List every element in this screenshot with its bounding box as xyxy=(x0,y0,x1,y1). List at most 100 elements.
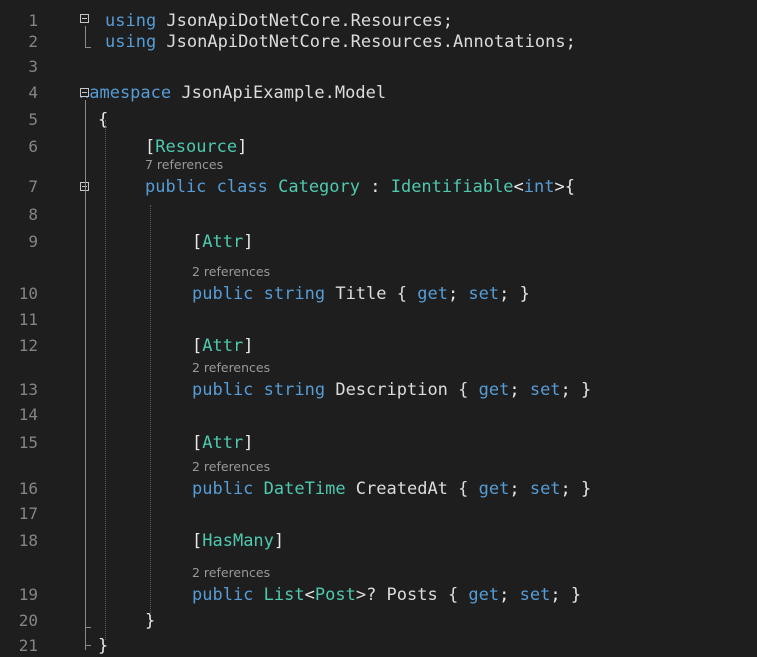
codelens-references[interactable]: 2 references xyxy=(192,265,270,279)
code-text[interactable]: [Attr] xyxy=(192,231,253,253)
code-token: : xyxy=(360,177,391,197)
line-number: 12 xyxy=(18,336,38,355)
code-text[interactable]: public string Description { get; set; } xyxy=(192,379,591,401)
code-token: Resource xyxy=(155,137,238,157)
code-text[interactable]: } xyxy=(98,635,108,657)
code-text[interactable]: [Attr] xyxy=(192,335,253,357)
code-token: int xyxy=(523,177,555,197)
code-text[interactable]: namespace JsonApiExample.Model xyxy=(79,82,386,104)
code-line[interactable]: 6 [Resource] xyxy=(0,136,757,158)
code-line[interactable]: 4 namespace JsonApiExample.Model xyxy=(0,82,757,104)
code-token: JsonApiDotNetCore.Resources.Annotations; xyxy=(156,32,576,52)
code-text[interactable]: [Resource] xyxy=(145,136,247,158)
code-text[interactable]: using JsonApiDotNetCore.Resources; xyxy=(105,10,453,32)
code-line[interactable]: 12 [Attr] xyxy=(0,335,757,357)
code-token: Attr xyxy=(202,232,244,252)
code-text[interactable]: [Attr] xyxy=(192,432,253,454)
code-token: CreatedAt { xyxy=(345,479,479,499)
code-line[interactable]: 7 public class Category : Identifiable<in… xyxy=(0,176,757,198)
code-token: class xyxy=(216,177,268,197)
code-token: public xyxy=(192,284,254,304)
fold-toggle-icon[interactable] xyxy=(80,88,89,97)
code-token: ; xyxy=(499,585,520,605)
code-token: set xyxy=(529,479,561,499)
code-token: { xyxy=(98,110,109,130)
code-token: [ xyxy=(192,433,203,453)
line-number: 6 xyxy=(28,137,38,156)
code-token: get xyxy=(478,380,510,400)
code-text[interactable]: public DateTime CreatedAt { get; set; } xyxy=(192,478,591,500)
code-line[interactable]: 5{ xyxy=(0,109,757,131)
scope-bracket xyxy=(85,47,91,48)
code-line[interactable]: 13 public string Description { get; set; … xyxy=(0,379,757,401)
code-text[interactable]: [HasMany] xyxy=(192,530,284,552)
code-line[interactable]: 14 xyxy=(0,404,757,426)
code-text[interactable]: using JsonApiDotNetCore.Resources.Annota… xyxy=(105,31,576,53)
code-line[interactable]: 16 public DateTime CreatedAt { get; set; … xyxy=(0,478,757,500)
code-line[interactable]: 11 xyxy=(0,309,757,331)
code-token: ; xyxy=(509,380,530,400)
code-token: [ xyxy=(192,336,203,356)
code-token: HasMany xyxy=(202,531,274,551)
code-token: } xyxy=(98,636,109,656)
code-token: [ xyxy=(145,137,156,157)
code-token: namespace xyxy=(79,83,172,103)
code-token: ; } xyxy=(499,284,530,304)
fold-toggle-icon[interactable] xyxy=(80,14,89,23)
code-line[interactable]: 19 public List<Post>? Posts { get; set; } xyxy=(0,584,757,606)
code-token: ] xyxy=(237,137,248,157)
scope-bracket xyxy=(85,26,86,48)
code-line[interactable]: 10 public string Title { get; set; } xyxy=(0,283,757,305)
code-token: set xyxy=(529,380,561,400)
line-number: 13 xyxy=(18,380,38,399)
code-token: [ xyxy=(192,232,203,252)
codelens-references[interactable]: 2 references xyxy=(192,460,270,474)
code-line[interactable]: 15 [Attr] xyxy=(0,432,757,454)
line-number: 4 xyxy=(28,83,38,102)
code-token: ; xyxy=(509,479,530,499)
code-token: set xyxy=(519,585,551,605)
line-number: 17 xyxy=(18,504,38,523)
code-token: ] xyxy=(243,433,254,453)
codelens-references[interactable]: 2 references xyxy=(192,361,270,375)
code-line[interactable]: 2 using JsonApiDotNetCore.Resources.Annot… xyxy=(0,31,757,53)
code-token: DateTime xyxy=(263,479,346,499)
code-text[interactable]: public string Title { get; set; } xyxy=(192,283,530,305)
code-token: Identifiable xyxy=(390,177,514,197)
line-number: 1 xyxy=(28,11,38,30)
code-line[interactable]: 18 [HasMany] xyxy=(0,530,757,552)
code-token: public xyxy=(192,479,254,499)
code-text[interactable]: { xyxy=(98,109,108,131)
line-number: 2 xyxy=(28,32,38,51)
line-number: 7 xyxy=(28,177,38,196)
code-text[interactable]: public List<Post>? Posts { get; set; } xyxy=(192,584,581,606)
code-token: ; xyxy=(447,284,469,304)
code-token: get xyxy=(468,585,500,605)
code-token: public xyxy=(145,177,207,197)
code-text[interactable]: public class Category : Identifiable<int… xyxy=(145,176,575,198)
code-token: get xyxy=(417,284,448,304)
codelens-references[interactable]: 7 references xyxy=(145,158,223,172)
code-line[interactable]: 17 xyxy=(0,503,757,525)
code-token: ] xyxy=(243,336,254,356)
code-line[interactable]: 8 xyxy=(0,204,757,226)
code-token: Category xyxy=(278,177,360,197)
code-line[interactable]: 3 xyxy=(0,56,757,78)
code-editor[interactable]: 1 using JsonApiDotNetCore.Resources; 2 usin… xyxy=(0,0,757,657)
line-number: 16 xyxy=(18,479,38,498)
codelens-references[interactable]: 2 references xyxy=(192,566,270,580)
line-number: 18 xyxy=(18,531,38,550)
code-line[interactable]: 20} xyxy=(0,610,757,632)
code-token: public xyxy=(192,380,254,400)
code-token: Attr xyxy=(202,336,244,356)
line-number: 3 xyxy=(28,57,38,76)
scope-bracket xyxy=(85,645,91,646)
code-line[interactable]: 1 using JsonApiDotNetCore.Resources; xyxy=(0,10,757,32)
code-line[interactable]: 9 [Attr] xyxy=(0,231,757,253)
code-line[interactable]: 21} xyxy=(0,635,757,657)
line-number: 20 xyxy=(18,611,38,630)
